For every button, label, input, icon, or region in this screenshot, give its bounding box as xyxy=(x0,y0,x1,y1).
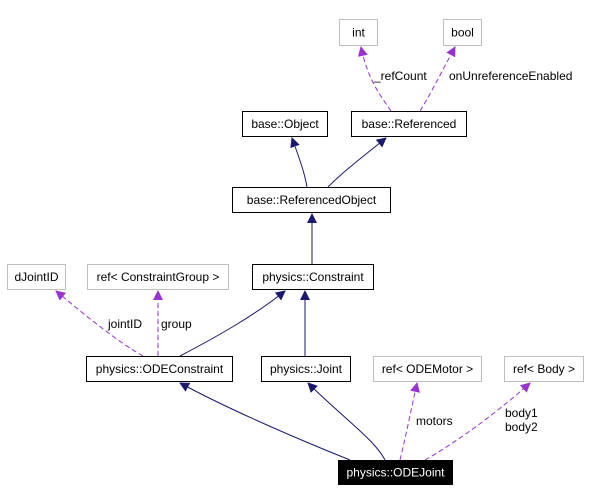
node-label: base::Referenced xyxy=(362,117,457,131)
node-label: physics::ODEJoint xyxy=(346,466,445,480)
edge-label: motors xyxy=(416,414,453,428)
node-label: bool xyxy=(451,26,474,40)
node-base-object[interactable]: base::Object xyxy=(242,111,328,137)
edge-label: group xyxy=(161,317,192,331)
inheritance-edge-physics_odejoint-to-physics_joint xyxy=(307,382,386,461)
edge-label-line: group xyxy=(161,317,192,331)
inheritance-edge-physics_odejoint-to-physics_odeconstraint xyxy=(179,382,351,461)
node-label: dJointID xyxy=(14,270,58,284)
node-physics-odejoint: physics::ODEJoint xyxy=(338,460,453,485)
node-label: physics::Constraint xyxy=(262,270,364,284)
edge-label-line: onUnreferenceEnabled xyxy=(449,69,572,83)
node-int: int xyxy=(339,19,378,46)
edge-label: jointID xyxy=(107,317,142,331)
node-bool: bool xyxy=(443,19,482,46)
node-label: physics::Joint xyxy=(270,362,343,376)
node-label: ref< Body > xyxy=(513,362,575,376)
edge-label-line: motors xyxy=(416,414,453,428)
node-ref-body: ref< Body > xyxy=(504,356,584,382)
edge-label-line: jointID xyxy=(107,317,142,331)
edge-label: body1 body2 xyxy=(505,406,538,434)
node-label: base::Object xyxy=(251,117,319,131)
node-label: base::ReferencedObject xyxy=(247,193,377,207)
node-label: ref< ConstraintGroup > xyxy=(97,270,220,284)
inheritance-edge-physics_odeconstraint-to-physics_constraint xyxy=(179,290,286,357)
node-label: int xyxy=(352,26,365,40)
node-label: physics::ODEConstraint xyxy=(96,362,224,376)
node-base-referencedobject[interactable]: base::ReferencedObject xyxy=(232,187,391,213)
usage-edge-physics_odejoint-to-ref_odemotor xyxy=(399,382,420,461)
node-base-referenced[interactable]: base::Referenced xyxy=(351,111,467,137)
node-physics-constraint[interactable]: physics::Constraint xyxy=(252,264,374,290)
edge-label-line: _refCount xyxy=(373,69,427,83)
node-label: ref< ODEMotor > xyxy=(382,362,473,376)
edge-label-line: body1 xyxy=(505,406,538,420)
node-ref-odemotor: ref< ODEMotor > xyxy=(373,356,482,382)
edge-label: _refCount xyxy=(373,69,427,83)
node-physics-odeconstraint[interactable]: physics::ODEConstraint xyxy=(86,356,233,382)
collaboration-graph: _refCount onUnreferenceEnabled jointID grou… xyxy=(7,19,584,485)
edge-label-line: body2 xyxy=(505,420,538,434)
node-djointid: dJointID xyxy=(7,264,66,290)
inheritance-edge-base_referencedobject-to-base_object xyxy=(290,137,308,188)
node-physics-joint[interactable]: physics::Joint xyxy=(261,356,351,382)
inheritance-edge-base_referencedobject-to-base_referenced xyxy=(327,137,387,188)
edge-label: onUnreferenceEnabled xyxy=(449,69,572,83)
node-ref-constraintgroup: ref< ConstraintGroup > xyxy=(87,264,229,290)
